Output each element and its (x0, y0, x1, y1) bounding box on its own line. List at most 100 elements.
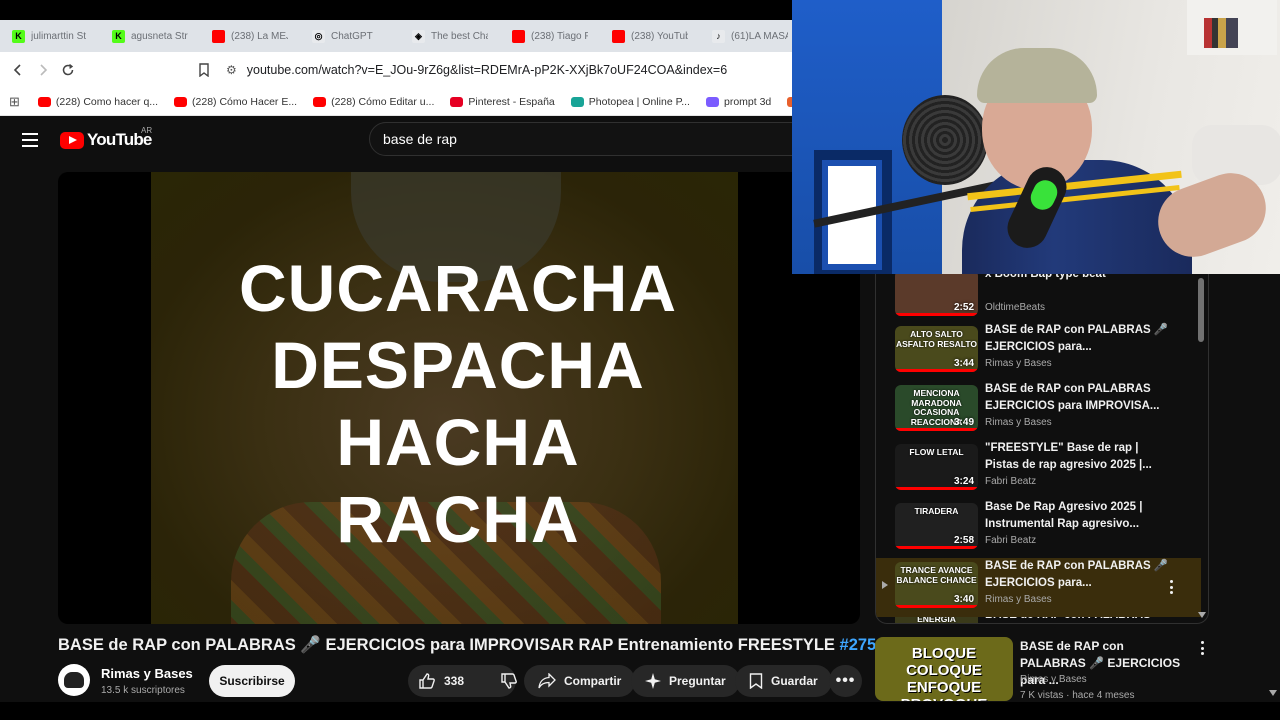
channel-avatar[interactable] (58, 664, 90, 696)
browser-tab[interactable]: (238) La MEJ (200, 20, 300, 52)
like-dislike-group: 338 (408, 665, 517, 697)
watched-progress-bar (895, 487, 978, 490)
playlist-item-channel: Fabri Beatz (985, 535, 1037, 546)
related-video-thumbnail[interactable]: BLOQUE COLOQUE ENFOQUE PROVOQUE (875, 637, 1013, 701)
related-thumb-text: BLOQUE COLOQUE ENFOQUE PROVOQUE (901, 645, 988, 701)
menu-icon[interactable] (22, 133, 38, 147)
video-player[interactable]: CUCARACHA DESPACHA HACHA RACHA (58, 172, 860, 624)
bottom-black-strip (0, 702, 1280, 720)
bookmark-item[interactable]: (228) Como hacer q... (37, 96, 158, 108)
bookmark-favicon-icon (570, 96, 584, 107)
playlist-scrollbar[interactable] (1198, 278, 1204, 342)
playlist-item[interactable]: TRANCE AVANCE BALANCE CHANCE 3:40 BASE de … (876, 558, 1201, 617)
overlay-line: HACHA (336, 405, 580, 479)
tab-favicon-icon (612, 29, 625, 43)
share-icon (538, 673, 556, 689)
playlist-item[interactable]: FLOW LETAL 3:24 "FREESTYLE" Base de rap | … (876, 440, 1201, 499)
bookmark-favicon-icon (705, 96, 719, 107)
tab-favicon-icon: ♪ (712, 29, 725, 43)
browser-tab[interactable]: Kjulimarttin St (0, 20, 100, 52)
playlist-thumbnail[interactable]: TRANCE AVANCE BALANCE CHANCE 3:40 (895, 562, 978, 608)
more-vertical-icon[interactable] (1170, 580, 1174, 594)
reload-icon[interactable] (56, 58, 80, 82)
bookmark-star-icon[interactable] (192, 58, 216, 82)
playlist-item[interactable]: 2:52 x Boom Bap type beat OldtimeBeats (876, 274, 1201, 325)
youtube-logo[interactable]: YouTube (60, 130, 152, 150)
tab-label: (238) YouTub (631, 30, 688, 42)
watched-progress-bar (895, 546, 978, 549)
scroll-down-icon[interactable] (1198, 612, 1206, 618)
video-title: BASE de RAP con PALABRAS 🎤 EJERCICIOS pa… (58, 636, 876, 655)
playlist-item[interactable]: TIRADERA 2:58 Base De Rap Agresivo 2025 | … (876, 499, 1201, 558)
tab-favicon-icon: ◎ (312, 29, 325, 43)
bookmark-label: prompt 3d (723, 95, 772, 108)
browser-tab[interactable]: (238) Tiago P (500, 20, 600, 52)
duration-badge: 3:24 (953, 476, 974, 487)
like-button[interactable]: 338 (408, 665, 474, 697)
search-input[interactable]: base de rap (369, 122, 799, 156)
browser-tab[interactable]: ◎ ChatGPT (300, 20, 400, 52)
bookmarks-bar: ⊞ (228) Como hacer q... (228) Cómo Hacer … (0, 88, 792, 116)
bookmark-item[interactable]: Photopea | Online P... (570, 96, 690, 108)
country-code: AR (141, 126, 153, 135)
watched-progress-bar (895, 369, 978, 372)
tab-favicon-icon: K (12, 29, 25, 43)
overlay-line: RACHA (336, 482, 580, 556)
playlist-thumbnail[interactable]: TIRADERA 2:58 (895, 503, 978, 549)
tab-favicon-icon: ◈ (412, 29, 425, 43)
url-field[interactable]: ⚙ youtube.com/watch?v=E_JOu-9rZ6g&list=R… (226, 58, 792, 82)
bookmark-item[interactable]: prompt 3d (705, 95, 772, 108)
browser-toolbar: ⚙ youtube.com/watch?v=E_JOu-9rZ6g&list=R… (0, 52, 792, 88)
tab-label: julimarttin St (31, 30, 87, 42)
share-label: Compartir (564, 674, 622, 688)
search-query: base de rap (383, 131, 457, 147)
bookmark-favicon-icon (313, 96, 327, 107)
screen: Kjulimarttin St Kagusneta Str (238) La MEJ… (0, 0, 1280, 720)
more-vertical-icon[interactable] (1201, 641, 1205, 655)
sparkle-icon (645, 673, 661, 689)
playlist-item[interactable]: ALTO SALTO ASFALTO RESALTO 3:44 BASE de RA… (876, 322, 1201, 381)
ask-button[interactable]: Preguntar (631, 665, 740, 697)
subscribe-button[interactable]: Suscribirse (209, 665, 295, 697)
dislike-button[interactable] (490, 665, 528, 697)
browser-tab[interactable]: ◈ The best Cha (400, 20, 500, 52)
back-icon[interactable] (6, 58, 30, 82)
forward-icon[interactable] (31, 58, 55, 82)
site-settings-icon[interactable]: ⚙ (226, 63, 237, 77)
bookmark-favicon-icon (450, 96, 464, 107)
browser-tab[interactable]: Kagusneta Str (100, 20, 200, 52)
share-button[interactable]: Compartir (524, 665, 636, 697)
playlist-thumbnail[interactable]: 2:52 (895, 274, 978, 316)
playlist-item-channel: Rimas y Bases (985, 358, 1052, 369)
tab-label: ChatGPT (331, 30, 373, 42)
duration-badge: 3:44 (953, 358, 974, 369)
bookmark-item[interactable]: (228) Cómo Hacer E... (174, 96, 297, 108)
more-actions-button[interactable]: ••• (829, 665, 862, 697)
playlist-item[interactable]: MENCIONA MARADONA OCASIONA REACCIONA 3:49… (876, 381, 1201, 440)
playlist-thumb-text: ALTO SALTO ASFALTO RESALTO (895, 329, 978, 349)
youtube-play-icon (60, 131, 84, 149)
tab-label: (61)LA MASA (731, 30, 788, 42)
page-scroll-down-icon[interactable] (1269, 690, 1277, 696)
channel-name[interactable]: Rimas y Bases (101, 666, 193, 681)
apps-grid-icon[interactable]: ⊞ (9, 94, 20, 110)
video-hashtag[interactable]: #275 (840, 636, 877, 654)
thumbs-up-icon (419, 673, 435, 689)
playlist-thumbnail[interactable]: ALTO SALTO ASFALTO RESALTO 3:44 (895, 326, 978, 372)
browser-tab[interactable]: ♪ (61)LA MASA (700, 20, 792, 52)
save-button[interactable]: Guardar (735, 665, 832, 697)
duration-badge: 2:52 (953, 302, 974, 313)
playlist-thumbnail[interactable]: MENCIONA MARADONA OCASIONA REACCIONA 3:49 (895, 385, 978, 431)
related-video-channel[interactable]: Rimas y Bases (1020, 674, 1087, 685)
browser-tab[interactable]: (238) YouTub (600, 20, 700, 52)
like-count: 338 (444, 674, 465, 688)
playlist-thumbnail[interactable]: FLOW LETAL 3:24 (895, 444, 978, 490)
playlist-item-channel: Rimas y Bases (985, 417, 1052, 428)
bookmark-item[interactable]: Pinterest - España (450, 96, 555, 108)
playlist-item-title: BASE de RAP con PALABRAS 🎤 EJERCICIOS pa… (985, 560, 1169, 589)
bookmark-item[interactable]: (228) Cómo Editar u... (313, 96, 434, 108)
top-black-strip (0, 0, 792, 20)
playlist-item-title: BASE de RAP con PALABRAS EJERCICIOS para… (985, 383, 1160, 412)
video-overlay-text: CUCARACHA DESPACHA HACHA RACHA (58, 250, 858, 558)
playlist-thumb-text: FLOW LETAL (909, 447, 964, 457)
